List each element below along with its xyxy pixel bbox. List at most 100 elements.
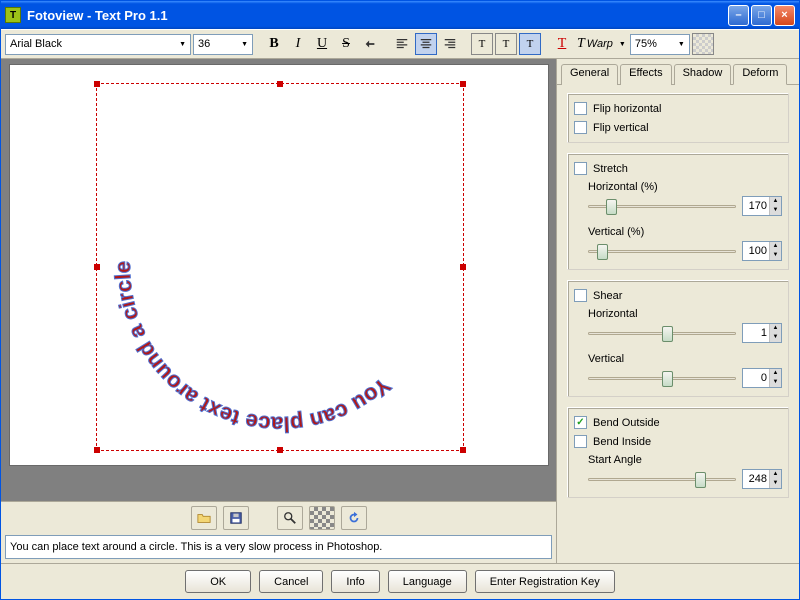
zoom-value: 75% [635,38,657,50]
stretch-group: Stretch Horizontal (%) ▲▼ [567,153,789,270]
font-size-value: 36 [198,38,210,50]
zoom-button[interactable] [277,506,303,530]
flip-horizontal-checkbox[interactable]: Flip horizontal [574,102,782,115]
app-icon: T [5,7,21,23]
format-toolbar: Arial Black ▼ 36 ▼ B I U S T T T T T [1,29,799,59]
canvas-viewport: You can place text around a circle. This… [1,59,556,501]
shear-v-slider[interactable] [588,368,736,388]
tab-strip: General Effects Shadow Deform [557,63,799,85]
text-box-3-button[interactable]: T [519,33,541,55]
align-center-button[interactable] [415,33,437,55]
spin-up-icon[interactable]: ▲ [770,369,781,378]
maximize-button[interactable]: □ [751,5,772,26]
flip-vertical-checkbox[interactable]: Flip vertical [574,121,782,134]
tab-general[interactable]: General [561,64,618,85]
grid-button[interactable] [309,506,335,530]
font-family-value: Arial Black [10,38,62,50]
zoom-combo[interactable]: 75% ▼ [630,34,690,55]
spin-down-icon[interactable]: ▼ [770,333,781,342]
circular-text: You can place text around a circle. This… [97,84,463,450]
warp-label-text: Warp [587,38,613,50]
bend-inside-checkbox[interactable]: Bend Inside [574,435,782,448]
shear-h-spinner[interactable]: ▲▼ [742,323,782,343]
chevron-down-icon: ▼ [672,41,685,48]
italic-button[interactable]: I [287,33,309,55]
dialog-button-bar: OK Cancel Info Language Enter Registrati… [1,563,799,599]
align-left-icon [395,37,409,51]
shear-h-slider[interactable] [588,323,736,343]
start-angle-slider[interactable] [588,469,736,489]
register-button[interactable]: Enter Registration Key [475,570,615,593]
text-color-button[interactable]: T [551,33,573,55]
refresh-button[interactable] [341,506,367,530]
stretch-v-row: Vertical (%) ▲▼ [588,226,782,261]
shear-v-value[interactable] [743,371,769,385]
stretch-checkbox[interactable]: Stretch [574,162,782,175]
checkbox-icon [574,121,587,134]
window-title: Fotoview - Text Pro 1.1 [27,8,726,23]
text-box-2-button[interactable]: T [495,33,517,55]
stretch-h-slider[interactable] [588,196,736,216]
language-button[interactable]: Language [388,570,467,593]
spin-up-icon[interactable]: ▲ [770,197,781,206]
shear-v-spinner[interactable]: ▲▼ [742,368,782,388]
refresh-icon [347,511,361,525]
start-angle-spinner[interactable]: ▲▼ [742,469,782,489]
strikethrough-button[interactable]: S [335,33,357,55]
tab-effects[interactable]: Effects [620,64,671,85]
align-left-button[interactable] [391,33,413,55]
transparency-button[interactable] [692,33,714,55]
titlebar: T Fotoview - Text Pro 1.1 – □ × [1,1,799,29]
spin-up-icon[interactable]: ▲ [770,470,781,479]
floppy-disk-icon [229,511,243,525]
chevron-down-icon: ▼ [235,41,248,48]
stretch-h-value[interactable] [743,199,769,213]
save-button[interactable] [223,506,249,530]
tab-deform[interactable]: Deform [733,64,787,85]
spin-down-icon[interactable]: ▼ [770,251,781,260]
stretch-v-slider[interactable] [588,241,736,261]
tab-shadow[interactable]: Shadow [674,64,732,85]
underline-button[interactable]: U [311,33,333,55]
checkbox-icon [574,435,587,448]
spin-down-icon[interactable]: ▼ [770,479,781,488]
deform-panel: Flip horizontal Flip vertical Stretch Ho… [557,85,799,563]
start-angle-label: Start Angle [588,454,782,466]
close-button[interactable]: × [774,5,795,26]
canvas-toolbar [1,501,556,533]
shear-h-row: Horizontal ▲▼ [588,308,782,343]
stretch-v-value[interactable] [743,244,769,258]
ok-button[interactable]: OK [185,570,251,593]
shear-h-value[interactable] [743,326,769,340]
align-right-button[interactable] [439,33,461,55]
spin-down-icon[interactable]: ▼ [770,206,781,215]
text-input[interactable]: You can place text around a circle. This… [5,535,552,559]
warp-dropdown[interactable]: T Warp ▼ [577,36,626,52]
rotate-icon [363,37,377,51]
checkbox-icon [574,289,587,302]
start-angle-value[interactable] [743,472,769,486]
stretch-v-spinner[interactable]: ▲▼ [742,241,782,261]
shear-label: Shear [593,290,622,302]
minimize-button[interactable]: – [728,5,749,26]
open-button[interactable] [191,506,217,530]
circular-text-path: You can place text around a circle. This… [100,87,396,437]
font-family-combo[interactable]: Arial Black ▼ [5,34,191,55]
bend-outside-checkbox[interactable]: ✓ Bend Outside [574,416,782,429]
stretch-h-spinner[interactable]: ▲▼ [742,196,782,216]
start-angle-row: Start Angle ▲▼ [588,454,782,489]
selection-box[interactable]: You can place text around a circle. This… [96,83,464,451]
spin-down-icon[interactable]: ▼ [770,378,781,387]
canvas[interactable]: You can place text around a circle. This… [9,64,549,466]
rotate-button[interactable] [359,33,381,55]
bold-button[interactable]: B [263,33,285,55]
spin-up-icon[interactable]: ▲ [770,324,781,333]
cancel-button[interactable]: Cancel [259,570,323,593]
chevron-down-icon: ▼ [613,41,626,48]
checkbox-icon [574,162,587,175]
font-size-combo[interactable]: 36 ▼ [193,34,253,55]
spin-up-icon[interactable]: ▲ [770,242,781,251]
info-button[interactable]: Info [331,570,379,593]
text-box-1-button[interactable]: T [471,33,493,55]
shear-checkbox[interactable]: Shear [574,289,782,302]
